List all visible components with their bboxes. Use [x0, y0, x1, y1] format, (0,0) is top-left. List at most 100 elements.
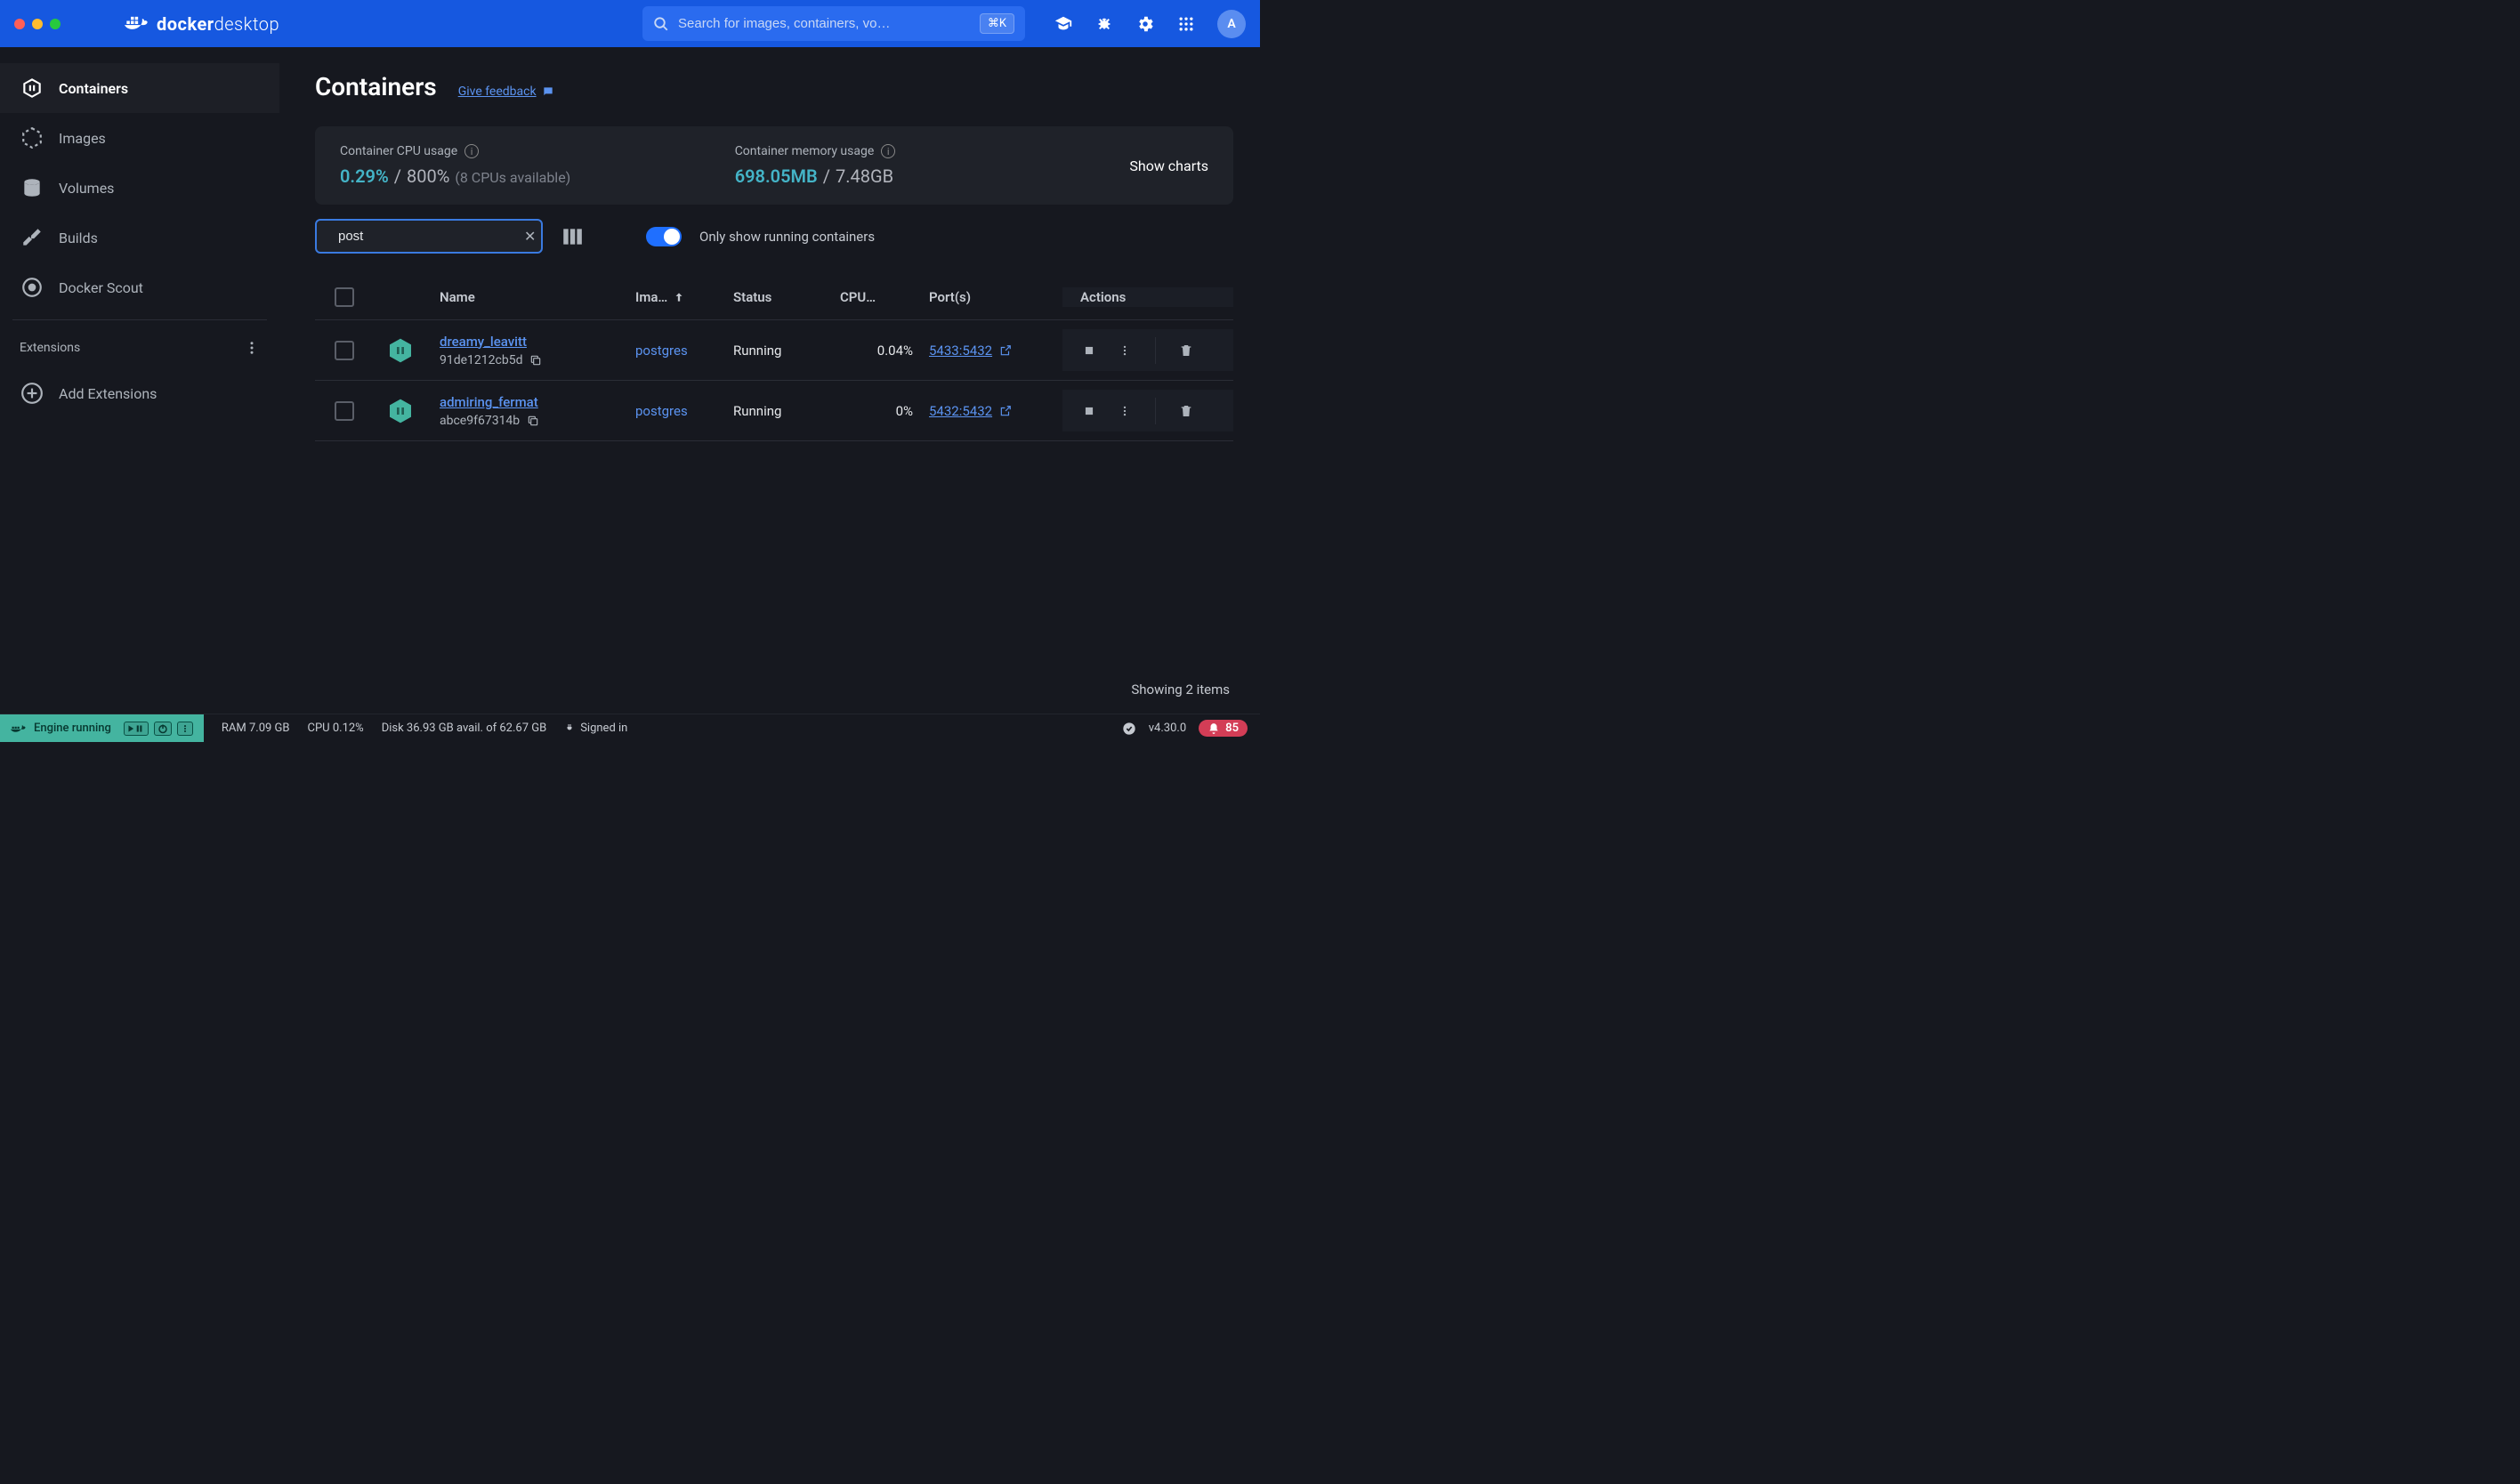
containers-table: Name Ima… Status CPU… Port(s) Actions dr… [315, 275, 1233, 714]
row-checkbox[interactable] [335, 341, 354, 360]
column-actions: Actions [1062, 287, 1233, 307]
table-row[interactable]: admiring_fermat abce9f67314b postgres Ru… [315, 381, 1233, 441]
plus-circle-icon [20, 381, 44, 406]
memory-usage-value: 698.05MB [735, 165, 818, 187]
plug-icon [564, 722, 575, 735]
apps-icon[interactable] [1176, 14, 1196, 34]
container-name-link[interactable]: dreamy_leavitt [440, 334, 527, 350]
global-search-input[interactable] [678, 16, 971, 31]
feedback-icon [542, 85, 554, 98]
volumes-icon [20, 175, 44, 200]
showing-count: Showing 2 items [315, 665, 1233, 714]
status-value: Running [733, 403, 781, 419]
sidebar-item-volumes[interactable]: Volumes [0, 163, 279, 213]
logo-text-light: desktop [214, 13, 279, 35]
container-icon [386, 397, 440, 425]
only-running-toggle[interactable] [646, 227, 682, 246]
row-checkbox[interactable] [335, 401, 354, 421]
bell-icon [1208, 722, 1220, 735]
logo-text-bold: docker [157, 13, 214, 35]
column-cpu[interactable]: CPU… [840, 289, 929, 305]
container-search-input[interactable] [338, 229, 515, 244]
engine-status[interactable]: Engine running [0, 714, 204, 742]
give-feedback-link[interactable]: Give feedback [458, 85, 554, 99]
extensions-label: Extensions [20, 341, 80, 355]
info-icon[interactable]: i [881, 144, 895, 158]
sidebar-item-label: Add Extensions [59, 385, 157, 402]
status-value: Running [733, 343, 781, 359]
avatar[interactable]: A [1217, 10, 1246, 38]
external-link-icon [999, 344, 1012, 357]
image-link[interactable]: postgres [635, 343, 688, 359]
close-window-button[interactable] [14, 19, 25, 29]
cpu-value: 0% [840, 403, 929, 419]
more-actions-button[interactable] [1116, 405, 1134, 417]
sidebar-item-label: Containers [59, 80, 128, 97]
titlebar: dockerdesktop ⌘K A [0, 0, 1260, 47]
table-header: Name Ima… Status CPU… Port(s) Actions [315, 275, 1233, 320]
select-all-checkbox[interactable] [335, 287, 354, 307]
learn-icon[interactable] [1054, 14, 1073, 34]
column-status[interactable]: Status [733, 289, 840, 305]
container-name-link[interactable]: admiring_fermat [440, 394, 538, 410]
cpu-value: 0.04% [840, 343, 929, 359]
show-charts-button[interactable]: Show charts [1129, 157, 1208, 174]
table-row[interactable]: dreamy_leavitt 91de1212cb5d postgres Run… [315, 320, 1233, 381]
extensions-menu-button[interactable] [244, 340, 260, 356]
only-running-label: Only show running containers [699, 229, 875, 245]
docker-logo: dockerdesktop [125, 13, 279, 35]
stop-button[interactable] [1080, 344, 1098, 357]
container-id: abce9f67314b [440, 414, 520, 428]
settings-icon[interactable] [1135, 14, 1155, 34]
delete-button[interactable] [1177, 404, 1195, 418]
sidebar-item-images[interactable]: Images [0, 113, 279, 163]
info-icon[interactable]: i [464, 144, 479, 158]
sidebar-item-scout[interactable]: Docker Scout [0, 262, 279, 312]
content-area: Containers Give feedback Container CPU u… [279, 47, 1260, 714]
engine-menu-button[interactable] [177, 722, 193, 736]
global-search[interactable]: ⌘K [642, 6, 1025, 41]
column-name[interactable]: Name [440, 289, 635, 305]
sidebar-item-containers[interactable]: Containers [0, 63, 279, 113]
column-ports[interactable]: Port(s) [929, 289, 1062, 305]
sidebar: Containers Images Volumes Builds Docker … [0, 47, 279, 714]
container-search[interactable]: ✕ [315, 219, 543, 254]
sidebar-item-label: Builds [59, 230, 98, 246]
container-icon [386, 336, 440, 365]
check-circle-icon [1122, 722, 1136, 736]
cpu-usage-note: (8 CPUs available) [455, 169, 570, 186]
engine-power-button[interactable] [154, 722, 172, 736]
stop-button[interactable] [1080, 405, 1098, 417]
signed-in-status: Signed in [564, 722, 627, 735]
page-title: Containers [315, 72, 437, 101]
notifications-badge[interactable]: 85 [1199, 720, 1248, 737]
window-controls [14, 19, 61, 29]
ram-usage: RAM 7.09 GB [222, 722, 290, 735]
column-image[interactable]: Ima… [635, 289, 733, 305]
sort-asc-icon [673, 291, 685, 303]
sidebar-item-label: Images [59, 130, 106, 147]
cpu-usage: CPU 0.12% [308, 722, 364, 735]
cpu-usage-value: 0.29% [340, 165, 389, 187]
columns-toggle-button[interactable] [561, 225, 584, 248]
copy-icon[interactable] [527, 415, 539, 427]
port-link[interactable]: 5432:5432 [929, 403, 1012, 419]
more-actions-button[interactable] [1116, 344, 1134, 357]
resource-stats-card: Container CPU usage i 0.29% / 800% (8 CP… [315, 126, 1233, 205]
port-link[interactable]: 5433:5432 [929, 343, 1012, 359]
search-shortcut: ⌘K [980, 13, 1014, 34]
sidebar-add-extensions[interactable]: Add Extensions [0, 368, 279, 418]
bug-icon[interactable] [1094, 14, 1114, 34]
copy-icon[interactable] [529, 354, 542, 367]
fullscreen-window-button[interactable] [50, 19, 61, 29]
image-link[interactable]: postgres [635, 403, 688, 419]
sidebar-item-builds[interactable]: Builds [0, 213, 279, 262]
memory-usage-label: Container memory usage i [735, 144, 896, 158]
clear-search-button[interactable]: ✕ [524, 228, 536, 245]
delete-button[interactable] [1177, 343, 1195, 358]
status-bar: Engine running RAM 7.09 GB CPU 0.12% Dis… [0, 714, 1260, 742]
version-text[interactable]: v4.30.0 [1149, 722, 1186, 735]
whale-icon [11, 722, 27, 735]
minimize-window-button[interactable] [32, 19, 43, 29]
engine-play-pause-button[interactable] [124, 722, 149, 736]
